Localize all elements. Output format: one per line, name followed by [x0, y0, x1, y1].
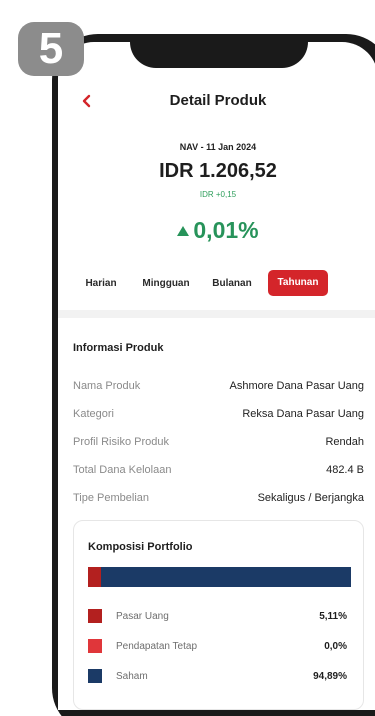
info-label: Tipe Pembelian	[73, 492, 150, 504]
nav-price: IDR 1.206,52	[159, 160, 277, 182]
legend-value: 5,11%	[319, 610, 347, 622]
info-value: 482.4 B	[326, 464, 364, 476]
section-divider	[58, 310, 375, 318]
tab-mingguan[interactable]: Mingguan	[132, 278, 200, 289]
app-screen: Detail Produk NAV - 11 Jan 2024 IDR 1.20…	[58, 42, 375, 710]
tab-bulanan[interactable]: Bulanan	[200, 278, 264, 289]
tab-tahunan[interactable]: Tahunan	[268, 270, 328, 296]
legend-item: Saham 94,89%	[88, 661, 347, 691]
portfolio-segment-saham	[101, 567, 351, 587]
app-header: Detail Produk	[58, 86, 375, 118]
info-row-tipe-pembelian: Tipe Pembelian Sekaligus / Berjangka	[73, 484, 364, 512]
nav-percent-value: 0,01%	[193, 217, 259, 243]
portfolio-card: Komposisi Portfolio Pasar Uang 5,11% Pen…	[73, 520, 364, 710]
legend-label: Pasar Uang	[116, 610, 169, 622]
legend-item: Pendapatan Tetap 0,0%	[88, 631, 347, 661]
info-label: Kategori	[73, 408, 114, 420]
step-number: 5	[38, 24, 64, 73]
portfolio-segment-pasar-uang	[88, 567, 102, 587]
legend-value: 0,0%	[324, 640, 347, 652]
legend-swatch	[88, 669, 102, 683]
nav-change: IDR +0,15	[199, 190, 237, 199]
info-value: Ashmore Dana Pasar Uang	[229, 380, 364, 392]
info-row-kategori: Kategori Reksa Dana Pasar Uang	[73, 400, 364, 428]
period-tabs: Harian Mingguan Bulanan Tahunan	[70, 270, 364, 296]
legend-label: Pendapatan Tetap	[116, 640, 198, 652]
legend-swatch	[88, 609, 102, 623]
info-label: Nama Produk	[73, 380, 141, 392]
portfolio-legend: Pasar Uang 5,11% Pendapatan Tetap 0,0% S…	[88, 601, 347, 691]
info-list: Nama Produk Ashmore Dana Pasar Uang Kate…	[73, 372, 364, 512]
info-section-title: Informasi Produk	[73, 342, 164, 354]
step-badge: 5	[18, 22, 84, 76]
info-value: Sekaligus / Berjangka	[257, 492, 364, 504]
portfolio-title: Komposisi Portfolio	[88, 541, 193, 553]
triangle-up-icon	[177, 225, 190, 236]
info-label: Profil Risiko Produk	[73, 436, 169, 448]
page-title: Detail Produk	[169, 92, 267, 109]
info-row-profil-risiko: Profil Risiko Produk Rendah	[73, 428, 364, 456]
legend-label: Saham	[116, 670, 148, 682]
nav-percent-change: 0,01%	[58, 217, 375, 244]
info-value: Rendah	[325, 436, 364, 448]
tab-harian[interactable]: Harian	[70, 278, 132, 289]
portfolio-bar	[88, 567, 351, 587]
nav-date: NAV - 11 Jan 2024	[179, 142, 257, 152]
legend-value: 94,89%	[313, 670, 347, 682]
info-row-total-dana: Total Dana Kelolaan 482.4 B	[73, 456, 364, 484]
phone-notch	[130, 34, 308, 68]
info-value: Reksa Dana Pasar Uang	[242, 408, 364, 420]
legend-item: Pasar Uang 5,11%	[88, 601, 347, 631]
info-row-nama-produk: Nama Produk Ashmore Dana Pasar Uang	[73, 372, 364, 400]
legend-swatch	[88, 639, 102, 653]
info-label: Total Dana Kelolaan	[73, 464, 172, 476]
